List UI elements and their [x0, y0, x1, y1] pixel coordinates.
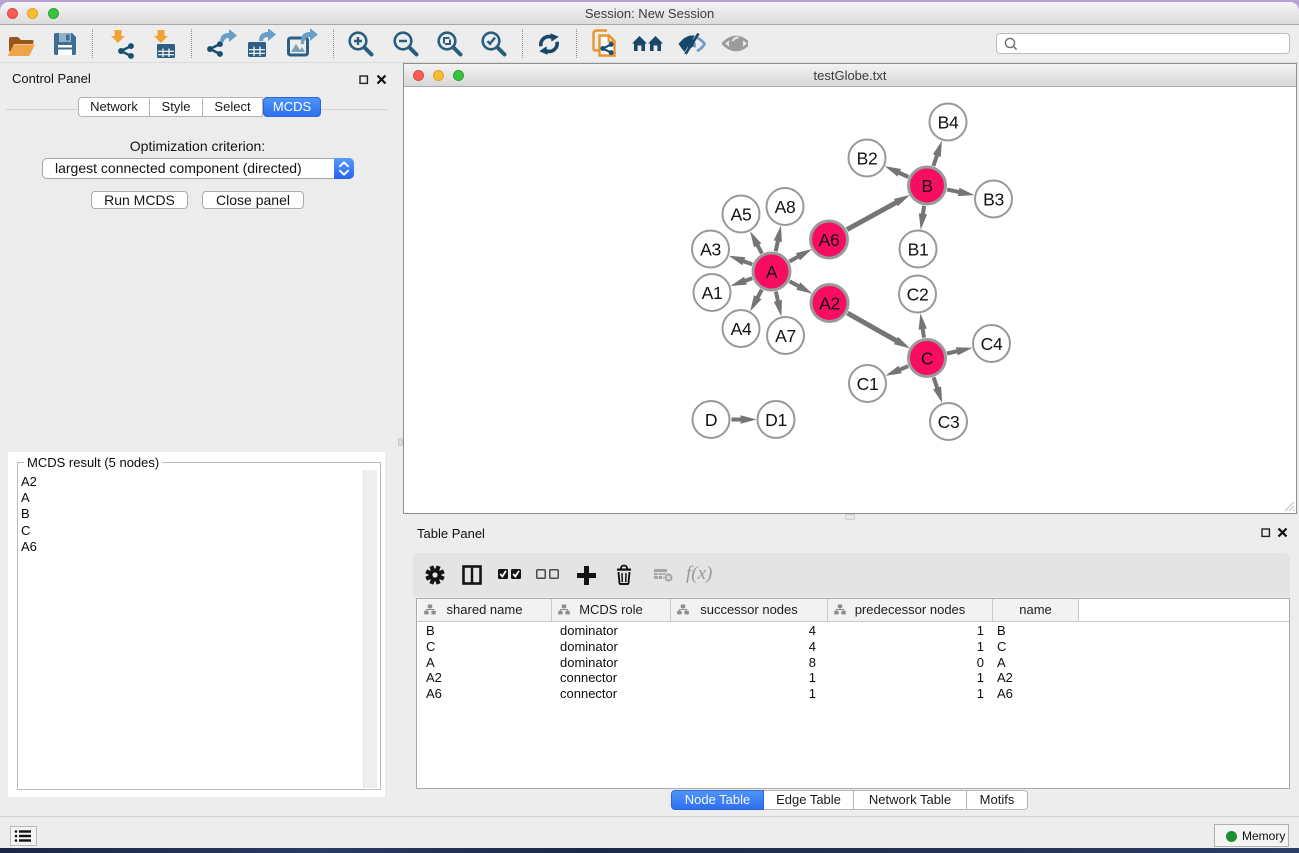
svg-text:C4: C4	[981, 334, 1003, 354]
svg-text:D: D	[705, 410, 717, 430]
svg-text:A6: A6	[819, 230, 840, 250]
svg-text:B4: B4	[938, 112, 959, 132]
svg-text:A7: A7	[775, 326, 796, 346]
svg-text:A2: A2	[819, 293, 840, 313]
svg-text:C2: C2	[907, 284, 929, 304]
svg-text:C1: C1	[857, 374, 879, 394]
svg-text:A8: A8	[775, 197, 796, 217]
svg-text:A4: A4	[731, 319, 752, 339]
svg-text:A1: A1	[702, 283, 723, 303]
svg-text:B2: B2	[857, 148, 878, 168]
svg-text:B3: B3	[983, 189, 1004, 209]
svg-text:B: B	[921, 176, 932, 196]
svg-text:B1: B1	[908, 239, 929, 259]
svg-text:C3: C3	[938, 412, 960, 432]
svg-text:D1: D1	[765, 410, 787, 430]
svg-text:A3: A3	[700, 239, 721, 259]
svg-text:C: C	[921, 348, 933, 368]
svg-text:A5: A5	[731, 204, 752, 224]
svg-text:A: A	[766, 262, 778, 282]
